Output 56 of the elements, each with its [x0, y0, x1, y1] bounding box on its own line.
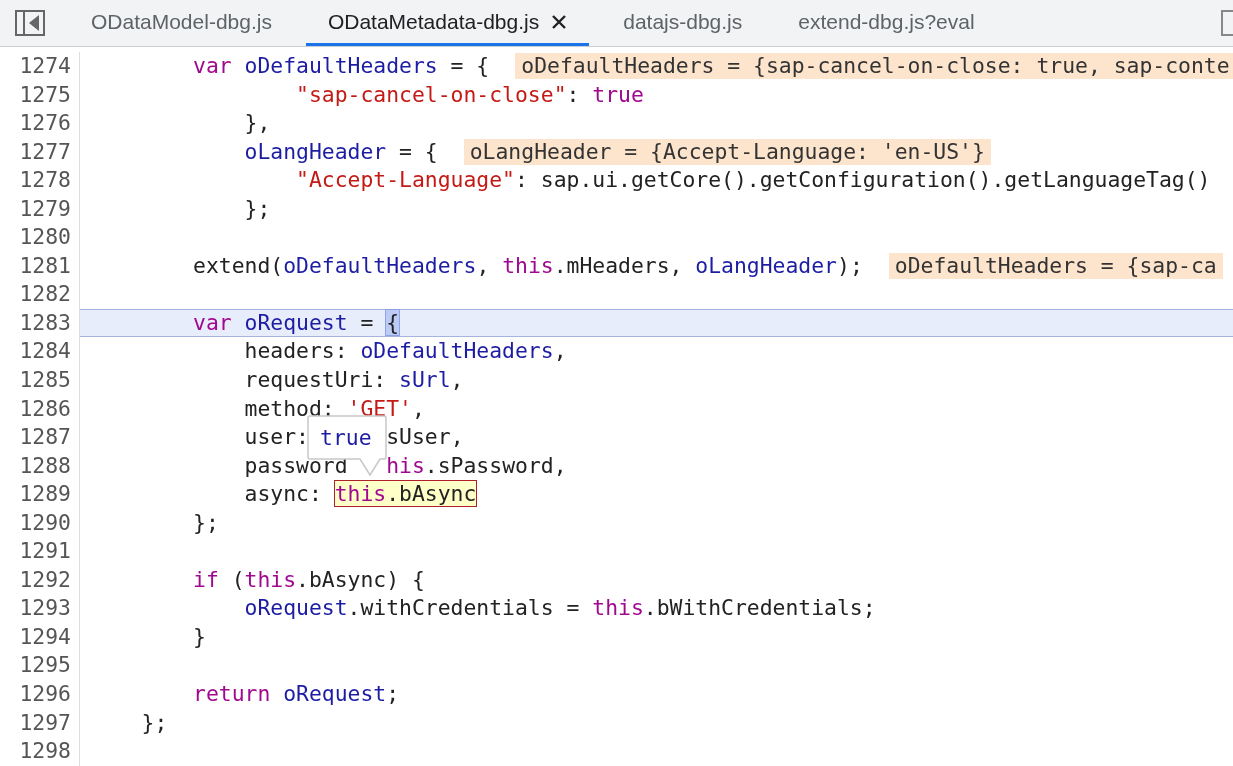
line-number[interactable]: 1290 — [19, 509, 71, 535]
line-number[interactable]: 1297 — [19, 709, 71, 735]
inline-value: oDefaultHeaders = {sap-cancel-on-close: true, sap-conte — [515, 53, 1233, 80]
panel-icon[interactable] — [1221, 10, 1233, 36]
code-text: async: this.bAsync — [244, 480, 477, 509]
code-text: } — [193, 622, 206, 651]
line-number[interactable]: 1291 — [19, 538, 71, 564]
line-number[interactable]: 1285 — [19, 367, 71, 392]
line-number[interactable]: 1286 — [19, 395, 71, 421]
file-tab[interactable]: ODataMetadata-dbg.js — [305, 0, 590, 46]
code-text: oRequest.withCredentials = this.bWithCredentials; — [244, 594, 876, 623]
inline-value: oDefaultHeaders = {sap-ca — [888, 253, 1223, 280]
line-number[interactable]: 1292 — [19, 566, 71, 592]
code-text: if (this.bAsync) { — [193, 565, 425, 594]
line-number[interactable]: 1296 — [19, 681, 71, 707]
line-number[interactable]: 1279 — [19, 195, 71, 221]
code-text: extend(oDefaultHeaders, this.mHeaders, oLangHeader); — [193, 251, 863, 280]
code-text: return oRequest; — [193, 680, 400, 709]
code-text: var oDefaultHeaders = { — [193, 52, 490, 80]
code-text: }; — [244, 194, 271, 223]
line-number[interactable]: 1277 — [19, 138, 71, 164]
code-text: his.sPassword, — [386, 451, 567, 480]
line-number[interactable]: 1278 — [19, 167, 71, 193]
line-number[interactable]: 1289 — [19, 481, 71, 507]
code-text: password — [244, 451, 348, 480]
code-text: }, — [244, 109, 271, 138]
code-text: requestUri: sUrl, — [244, 366, 464, 394]
line-number[interactable]: 1294 — [19, 623, 71, 649]
file-tab[interactable]: datajs-dbg.js — [601, 0, 765, 46]
line-number[interactable]: 1284 — [19, 338, 71, 364]
line-number[interactable]: 1295 — [19, 652, 71, 678]
code-text: headers: oDefaultHeaders, — [244, 337, 567, 366]
inline-value: oLangHeader = {Accept-Language: 'en-US'} — [463, 138, 991, 165]
code-text: oLangHeader = { — [244, 137, 438, 166]
line-number[interactable]: 1287 — [19, 424, 71, 450]
code-text: "sap-cancel-on-close": true — [296, 80, 644, 109]
line-number[interactable]: 1293 — [19, 595, 71, 621]
code-text: var oRequest = { — [193, 308, 400, 337]
line-number[interactable]: 1281 — [19, 252, 71, 278]
line-number[interactable]: 1275 — [19, 81, 71, 107]
sidebar-toggle-icon[interactable] — [15, 10, 45, 36]
code-text: }; — [141, 708, 168, 737]
code-text: "Accept-Language": sap.ui.getCore().getConfiguration().getLanguageTag() — [296, 166, 1211, 195]
close-icon[interactable] — [551, 13, 568, 30]
file-tab[interactable]: ODataModel-dbg.js — [69, 0, 294, 46]
line-number[interactable]: 1288 — [19, 452, 71, 478]
line-number[interactable]: 1280 — [19, 224, 71, 250]
line-number[interactable]: 1274 — [19, 53, 71, 78]
code-text: sUser, — [386, 423, 464, 452]
line-number[interactable]: 1282 — [19, 281, 71, 307]
file-tab[interactable]: extend-dbg.js?eval — [776, 0, 997, 46]
code-text: method: 'GET', — [244, 394, 425, 423]
code-text: }; — [193, 508, 219, 537]
line-number[interactable]: 1298 — [19, 738, 71, 764]
line-number[interactable]: 1276 — [19, 110, 71, 136]
code-text: user: — [244, 423, 309, 452]
